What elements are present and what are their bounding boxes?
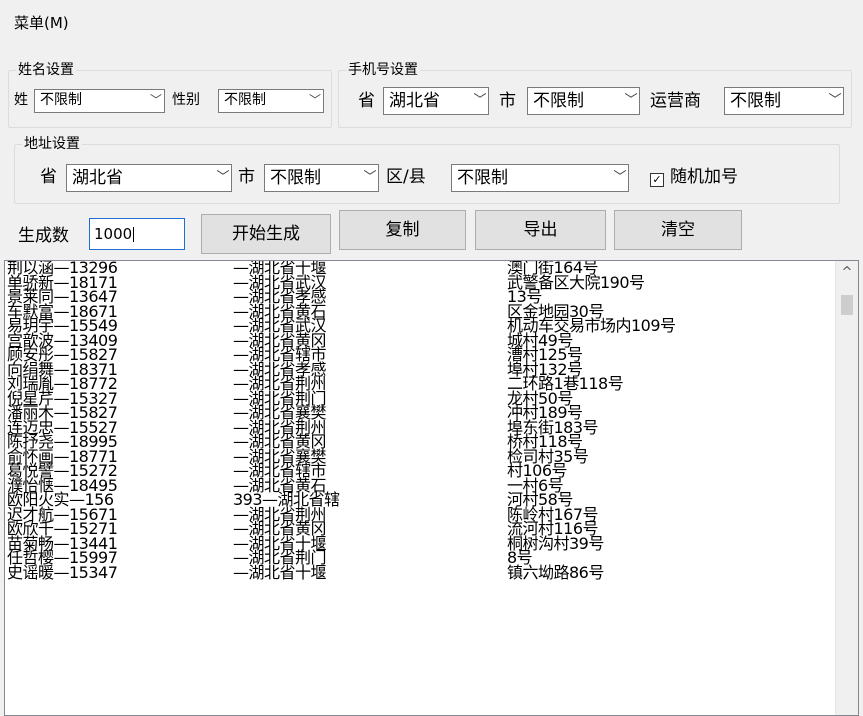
- address-city-value: 不限制: [270, 168, 321, 188]
- output-line-address: —湖北省十堰: [233, 562, 327, 582]
- district-label: 区/县: [386, 167, 426, 187]
- count-input-value: 1000: [94, 225, 133, 243]
- output-line-street: 桐树沟村39号: [507, 533, 604, 553]
- export-button[interactable]: 导出: [475, 210, 606, 250]
- address-province-value: 湖北省: [72, 168, 123, 188]
- carrier-label: 运营商: [650, 91, 701, 111]
- output-address-column: —湖北省十堰 —湖北省武汉 —湖北省孝感 —湖北省黄石 —湖北省武汉 —湖北省黄冈 —湖北省…: [233, 261, 340, 580]
- phone-city-value: 不限制: [533, 91, 584, 111]
- surname-label: 姓: [14, 92, 28, 108]
- phone-province-select[interactable]: 湖北省 ﹀: [383, 87, 489, 115]
- output-street-column: 澳门街164号 武警备区大院190号 13号 区金地园30号 机动车交易市场内109号城…: [507, 261, 676, 580]
- gender-label: 性别: [172, 92, 200, 108]
- chevron-down-icon: ﹀: [827, 88, 843, 114]
- chevron-down-icon: ﹀: [362, 165, 378, 191]
- district-value: 不限制: [457, 168, 508, 188]
- address-settings-legend: 地址设置: [22, 136, 82, 152]
- gender-select[interactable]: 不限制 ﹀: [218, 89, 324, 113]
- output-name-phone-column: 荆以涵—13296 单骄新—18171 景莱同—13647 车默富—18671 易玥宇—…: [7, 261, 118, 582]
- random-suffix-label: 随机加号: [670, 167, 738, 187]
- text-caret: [133, 227, 135, 242]
- chevron-down-icon: ﹀: [472, 88, 488, 114]
- address-province-select[interactable]: 湖北省 ﹀: [66, 164, 232, 192]
- random-suffix-checkbox[interactable]: ✓ 随机加号: [650, 166, 738, 188]
- clear-button[interactable]: 清空: [614, 210, 742, 250]
- checkbox-check-icon: ✓: [650, 173, 664, 187]
- menu-bar: 菜单(M): [0, 0, 863, 40]
- vertical-scrollbar[interactable]: ^: [835, 261, 858, 715]
- address-province-label: 省: [40, 167, 57, 187]
- count-label: 生成数: [18, 226, 69, 246]
- copy-button[interactable]: 复制: [339, 210, 466, 250]
- chevron-down-icon: ﹀: [307, 90, 323, 112]
- address-city-label: 市: [238, 167, 255, 187]
- scroll-thumb[interactable]: [841, 295, 853, 315]
- chevron-down-icon: ﹀: [623, 88, 639, 114]
- gender-select-value: 不限制: [224, 92, 266, 108]
- phone-province-value: 湖北省: [389, 91, 440, 111]
- surname-select[interactable]: 不限制 ﹀: [34, 89, 165, 113]
- name-settings-legend: 姓名设置: [16, 62, 76, 78]
- phone-province-label: 省: [358, 91, 375, 111]
- carrier-value: 不限制: [730, 91, 781, 111]
- output-line-name: 史谣暖—15347: [7, 562, 118, 582]
- phone-city-select[interactable]: 不限制 ﹀: [527, 87, 640, 115]
- phone-city-label: 市: [499, 91, 516, 111]
- chevron-down-icon: ﹀: [148, 90, 164, 112]
- surname-select-value: 不限制: [40, 92, 82, 108]
- output-textarea[interactable]: 荆以涵—13296 单骄新—18171 景莱同—13647 车默富—18671 易玥宇—…: [4, 260, 859, 716]
- start-generate-button[interactable]: 开始生成: [201, 214, 331, 254]
- scroll-up-arrow-icon[interactable]: ^: [836, 265, 858, 280]
- phone-settings-legend: 手机号设置: [346, 62, 420, 78]
- menu-item-menu[interactable]: 菜单(M): [14, 12, 69, 33]
- district-select[interactable]: 不限制 ﹀: [451, 164, 629, 192]
- chevron-down-icon: ﹀: [215, 165, 231, 191]
- chevron-down-icon: ﹀: [612, 165, 628, 191]
- output-line-street: 镇六坳路86号: [507, 562, 604, 582]
- address-city-select[interactable]: 不限制 ﹀: [264, 164, 379, 192]
- carrier-select[interactable]: 不限制 ﹀: [724, 87, 844, 115]
- count-input[interactable]: 1000: [89, 218, 185, 250]
